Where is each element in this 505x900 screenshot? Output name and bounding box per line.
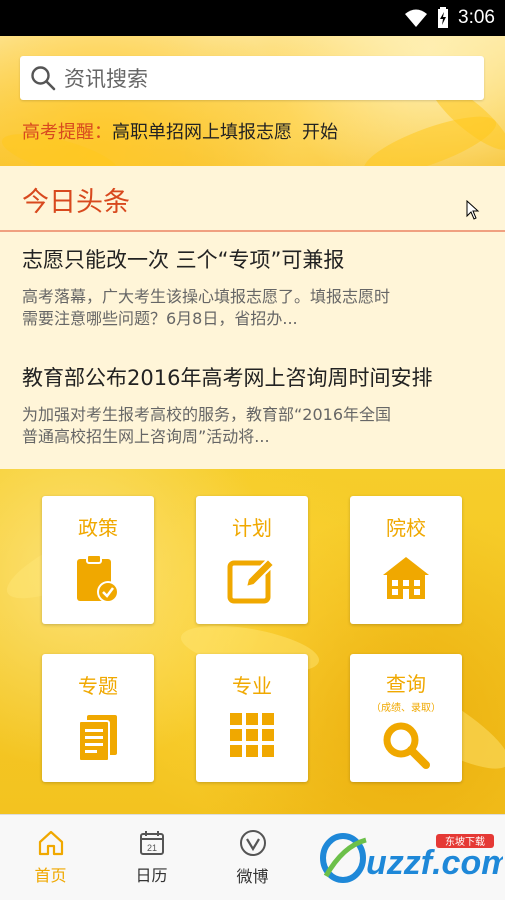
tile-schools[interactable]: 院校 <box>350 496 462 624</box>
nav-label: 首页 <box>34 866 67 885</box>
tile-label: 政策 <box>78 516 118 540</box>
reminder-text: 高职单招网上填报志愿 <box>112 122 292 143</box>
news-desc: 为加强对考生报考高校的服务，教育部“2016年全国 普通高校招生网上咨询周”活动… <box>22 404 482 448</box>
section-divider <box>0 230 505 232</box>
nav-label: 日历 <box>135 866 168 885</box>
tile-majors[interactable]: 专业 <box>196 654 308 782</box>
nav-item-home[interactable]: 首页 <box>0 815 101 900</box>
document-icon <box>78 715 117 762</box>
tile-topics[interactable]: 专题 <box>42 654 154 782</box>
school-icon <box>383 557 429 599</box>
search-icon <box>383 722 430 769</box>
weibo-icon <box>239 830 266 856</box>
news-title: 教育部公布2016年高考网上咨询周时间安排 <box>22 366 433 390</box>
news-item[interactable]: 教育部公布2016年高考网上咨询周时间安排 为加强对考生报考高校的服务，教育部“… <box>22 362 482 448</box>
home-icon <box>38 830 63 856</box>
news-desc-line: 高考落幕，广大考生该操心填报志愿了。填报志愿时 <box>22 287 391 306</box>
battery-icon <box>438 7 449 28</box>
news-item[interactable]: 志愿只能改一次 三个“专项”可兼报 高考落幕，广大考生该操心填报志愿了。填报志愿… <box>22 244 482 330</box>
search-icon <box>31 66 56 91</box>
section-title: 今日头条 <box>22 187 130 218</box>
news-title: 志愿只能改一次 三个“专项”可兼报 <box>22 248 345 272</box>
news-desc-line: 需要注意哪些问题？6月8日，省招办... <box>22 309 298 328</box>
tile-label: 专业 <box>232 674 272 698</box>
watermark-text: uzzf.com <box>366 844 503 882</box>
news-panel: 今日头条 志愿只能改一次 三个“专项”可兼报 高考落幕，广大考生该操心填报志愿了… <box>0 166 505 469</box>
tile-label: 计划 <box>232 516 272 540</box>
status-bar: 3:06 <box>0 0 505 36</box>
tile-label: 查询 <box>386 672 426 696</box>
watermark-subtext: 东坡下载 <box>445 835 485 848</box>
edit-icon <box>227 557 276 604</box>
nav-item-calendar[interactable]: 21 日历 <box>101 815 202 900</box>
wifi-icon <box>405 9 428 27</box>
search-placeholder: 资讯搜索 <box>64 67 148 91</box>
uzzf-logo: uzzf.com 东坡下载 <box>320 833 503 883</box>
status-time: 3:06 <box>458 7 495 28</box>
tile-query[interactable]: 查询 （成绩、录取） <box>350 654 462 782</box>
reminder-label: 高考提醒： <box>22 122 112 143</box>
calendar-icon-text: 21 <box>146 843 156 853</box>
news-desc: 高考落幕，广大考生该操心填报志愿了。填报志愿时 需要注意哪些问题？6月8日，省招… <box>22 286 482 330</box>
calendar-icon: 21 <box>139 831 164 855</box>
reminder-action: 开始 <box>302 122 338 143</box>
exam-reminder[interactable]: 高考提醒：高职单招网上填报志愿 开始 <box>22 118 338 144</box>
tile-policy[interactable]: 政策 <box>42 496 154 624</box>
news-desc-line: 为加强对考生报考高校的服务，教育部“2016年全国 <box>22 405 392 424</box>
tile-sublabel: （成绩、录取） <box>371 703 441 714</box>
tile-label: 专题 <box>78 674 118 698</box>
search-input[interactable]: 资讯搜索 <box>20 56 484 100</box>
grid-icon <box>230 713 274 757</box>
clipboard-check-icon <box>77 554 119 603</box>
watermark-logo: uzzf.com 东坡下载 <box>318 826 503 886</box>
tile-label: 院校 <box>386 516 426 540</box>
news-desc-line: 普通高校招生网上咨询周”活动将... <box>22 427 270 446</box>
tile-plan[interactable]: 计划 <box>196 496 308 624</box>
mouse-cursor <box>466 200 480 220</box>
nav-label: 微博 <box>236 867 269 886</box>
nav-item-weibo[interactable]: 微博 <box>202 815 303 900</box>
